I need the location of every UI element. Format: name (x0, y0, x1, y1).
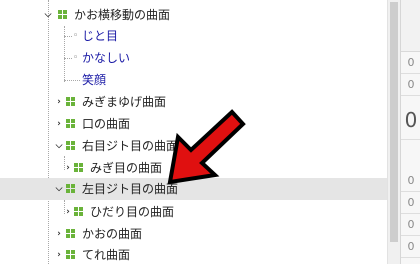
tree-guide-branch (64, 58, 72, 59)
tree-item-label: 左目ジト目の曲面 (82, 182, 179, 196)
tree-item-label: じと目 (82, 29, 119, 43)
tree-item-face-shift[interactable]: ⌵ かお横移動の曲面 (0, 4, 387, 26)
tree-item-label: てれ曲面 (82, 248, 131, 262)
deformer-icon (74, 163, 84, 173)
value-cell[interactable]: 0 (401, 192, 420, 214)
scrollbar-thumb[interactable] (390, 2, 398, 242)
chevron-right-icon[interactable]: › (54, 229, 64, 239)
deformer-icon (66, 141, 76, 151)
tree-item-label: ひだり目の曲面 (90, 205, 175, 219)
right-panel: 0 0 0 0 0 0 0 (400, 0, 420, 264)
tree-item-label: かお横移動の曲面 (74, 8, 171, 22)
value-cell[interactable]: 0 (401, 214, 420, 236)
chevron-right-icon[interactable]: › (63, 163, 73, 173)
chevron-down-icon[interactable]: ⌵ (43, 10, 53, 20)
value-cell[interactable]: 0 (401, 74, 420, 96)
tree-item-label: みぎ目の曲面 (90, 161, 163, 175)
tree-item-label: みぎまゆげ曲面 (82, 95, 167, 109)
tree-guide-branch (64, 36, 72, 37)
tree-item-right-eye[interactable]: › みぎ目の曲面 (0, 157, 387, 179)
vertical-scrollbar[interactable] (387, 0, 400, 264)
tree-item-left-eye[interactable]: › ひだり目の曲面 (0, 201, 387, 223)
right-panel-header (401, 0, 420, 52)
value-cell[interactable]: 0 (401, 236, 420, 258)
tree-item-label: 笑顔 (82, 73, 107, 87)
circle-dots-icon: ◦ (73, 31, 79, 41)
value-cell[interactable]: 0 (401, 100, 420, 140)
deformer-icon (66, 184, 76, 194)
tree-item-label: かなしい (82, 51, 131, 65)
deformer-icon (66, 97, 76, 107)
deformer-icon (66, 119, 76, 129)
chevron-right-icon[interactable]: › (63, 207, 73, 217)
chevron-down-icon[interactable]: ⌵ (54, 141, 64, 151)
value-cell[interactable]: 0 (401, 170, 420, 192)
tree-item-face[interactable]: › かおの曲面 (0, 223, 387, 245)
tree-item-label: 口の曲面 (82, 117, 131, 131)
tree-item-kanashii[interactable]: ◦ かなしい (0, 47, 387, 69)
tree-item-egao[interactable]: 笑顔 (0, 69, 387, 91)
tree-item-right-eye-jitome[interactable]: ⌵ 右目ジト目の曲面 (0, 135, 387, 157)
tree-guide-branch (64, 80, 80, 81)
tree-item-jitome[interactable]: ◦ じと目 (0, 25, 387, 47)
tree-item-label: かおの曲面 (82, 227, 143, 241)
value-cell[interactable]: 0 (401, 52, 420, 74)
circle-dots-icon: ◦ (73, 53, 79, 63)
deformer-icon (74, 207, 84, 217)
deformer-icon (58, 10, 68, 20)
chevron-right-icon[interactable]: › (54, 119, 64, 129)
parameter-tree: ⌵ かお横移動の曲面 ◦ じと目 ◦ かなしい 笑顔 › みぎまゆげ曲面 › 口… (0, 0, 400, 264)
tree-item-tere[interactable]: › てれ曲面 (0, 244, 387, 264)
chevron-down-icon[interactable]: ⌵ (54, 184, 64, 194)
deformer-icon (66, 250, 76, 260)
tree-item-label: 右目ジト目の曲面 (82, 139, 179, 153)
deformer-icon (66, 229, 76, 239)
tree-item-mouth[interactable]: › 口の曲面 (0, 113, 387, 135)
tree-item-right-eyebrow[interactable]: › みぎまゆげ曲面 (0, 91, 387, 113)
chevron-right-icon[interactable]: › (54, 250, 64, 260)
tree-item-left-eye-jitome[interactable]: ⌵ 左目ジト目の曲面 (0, 178, 387, 200)
chevron-right-icon[interactable]: › (54, 97, 64, 107)
